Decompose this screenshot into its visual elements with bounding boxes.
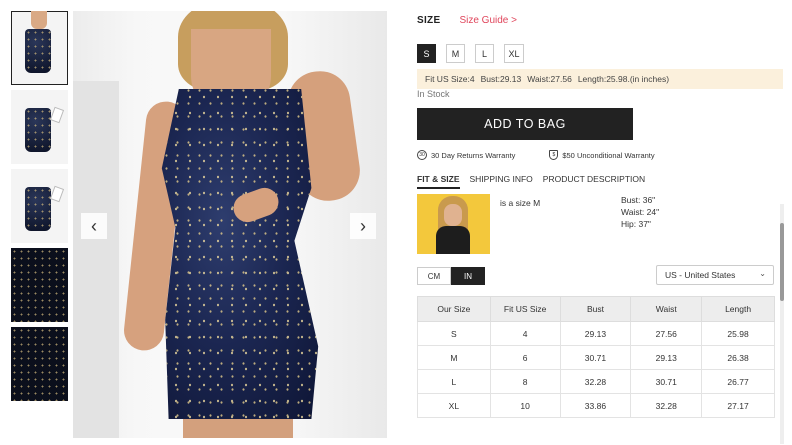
tab-shipping-info[interactable]: SHIPPING INFO <box>470 174 533 189</box>
table-row: L 8 32.28 30.71 26.77 <box>417 369 775 394</box>
table-cell: 4 <box>489 321 561 346</box>
thumb-tag <box>49 106 65 124</box>
thumbnail-2[interactable] <box>11 90 68 164</box>
fit-waist: Waist:27.56 <box>527 74 572 84</box>
add-to-bag-button[interactable]: ADD TO BAG <box>417 108 633 140</box>
tab-product-description[interactable]: PRODUCT DESCRIPTION <box>543 174 645 189</box>
chevron-right-icon: › <box>360 215 366 236</box>
table-cell: 30.71 <box>630 369 703 394</box>
size-option-s[interactable]: S <box>417 44 436 63</box>
product-tabs: FIT & SIZE SHIPPING INFO PRODUCT DESCRIP… <box>417 174 645 189</box>
size-label: SIZE <box>417 14 441 26</box>
size-chart-table: Our Size Fit US Size Bust Waist Length S… <box>417 296 775 418</box>
thumb-tag <box>49 185 65 203</box>
next-image-button[interactable]: › <box>350 213 376 239</box>
thumbnail-4[interactable] <box>11 248 68 322</box>
table-cell: S <box>417 321 491 346</box>
model-size-text: is a size M <box>500 198 541 208</box>
table-cell: 26.38 <box>701 345 775 370</box>
chevron-down-icon: ⌄ <box>759 269 766 278</box>
table-header-row: Our Size Fit US Size Bust Waist Length <box>417 296 775 322</box>
table-row: S 4 29.13 27.56 25.98 <box>417 321 775 346</box>
size-option-l[interactable]: L <box>475 44 494 63</box>
country-select[interactable]: US - United States ⌄ <box>656 265 774 285</box>
table-row: M 6 30.71 29.13 26.38 <box>417 345 775 370</box>
fit-us-size: Fit US Size:4 <box>425 74 475 84</box>
thumb-model-skin <box>31 11 47 29</box>
country-select-value: US - United States <box>665 270 736 280</box>
model-measurements: Bust: 36" Waist: 24" Hip: 37" <box>621 194 659 230</box>
star-pattern <box>161 89 319 419</box>
model-hip: Hip: 37" <box>621 219 651 229</box>
col-length: Length <box>701 296 775 322</box>
unit-cm[interactable]: CM <box>417 267 451 285</box>
size-options: S M L XL <box>417 44 524 63</box>
unit-toggle: CM IN <box>417 267 485 285</box>
size-option-xl[interactable]: XL <box>504 44 524 63</box>
table-cell: 8 <box>489 369 561 394</box>
thumbnail-1[interactable] <box>11 11 68 85</box>
model-waist: Waist: 24" <box>621 207 660 217</box>
thumbnail-3[interactable] <box>11 169 68 243</box>
table-cell: 27.17 <box>701 393 775 418</box>
shield-icon: $ <box>549 150 559 160</box>
thumbnail-5[interactable] <box>11 327 68 401</box>
chevron-left-icon: ‹ <box>91 215 97 236</box>
table-cell: 32.28 <box>559 369 632 394</box>
thumb-fabric <box>11 248 68 322</box>
table-cell: M <box>417 345 491 370</box>
col-waist: Waist <box>630 296 703 322</box>
thumbnail-list <box>11 11 68 406</box>
unconditional-warranty-text[interactable]: $50 Unconditional Warranty <box>562 151 654 160</box>
size-option-m[interactable]: M <box>446 44 465 63</box>
thumb-fabric <box>11 327 68 401</box>
table-cell: 6 <box>489 345 561 370</box>
size-guide-link[interactable]: Size Guide > <box>459 15 517 26</box>
table-cell: 33.86 <box>559 393 632 418</box>
stock-status: In Stock <box>417 89 450 99</box>
scrollbar-thumb[interactable] <box>780 223 784 301</box>
table-cell: 29.13 <box>630 345 703 370</box>
tab-fit-size[interactable]: FIT & SIZE <box>417 174 460 189</box>
col-bust: Bust <box>559 296 632 322</box>
table-cell: 30.71 <box>559 345 632 370</box>
dress <box>161 89 319 419</box>
background-wall <box>73 81 119 438</box>
fit-info-bar: Fit US Size:4 Bust:29.13 Waist:27.56 Len… <box>417 69 783 89</box>
table-cell: 29.13 <box>559 321 632 346</box>
product-panel: SIZE Size Guide > S M L XL Fit US Size:4… <box>417 11 784 444</box>
fit-length: Length:25.98.(in inches) <box>577 74 670 84</box>
fit-bust: Bust:29.13 <box>480 74 522 84</box>
size-header: SIZE Size Guide > <box>417 11 783 29</box>
table-cell: 25.98 <box>701 321 775 346</box>
col-our-size: Our Size <box>417 296 491 322</box>
table-cell: 10 <box>489 393 561 418</box>
main-product-image[interactable] <box>73 11 387 438</box>
table-cell: 26.77 <box>701 369 775 394</box>
prev-image-button[interactable]: ‹ <box>81 213 107 239</box>
table-cell: 32.28 <box>630 393 703 418</box>
table-cell: XL <box>417 393 491 418</box>
model-photo <box>417 194 490 254</box>
warranty-row: 30 30 Day Returns Warranty $ $50 Uncondi… <box>417 150 655 160</box>
model-bust: Bust: 36" <box>621 195 656 205</box>
table-cell: 27.56 <box>630 321 703 346</box>
returns-warranty-text[interactable]: 30 Day Returns Warranty <box>431 151 515 160</box>
thumb-dress <box>25 29 51 73</box>
table-cell: L <box>417 369 491 394</box>
thumb-dress <box>25 187 51 231</box>
col-fit-us-size: Fit US Size <box>489 296 561 322</box>
unit-in[interactable]: IN <box>451 267 485 285</box>
thumb-dress <box>25 108 51 152</box>
returns-icon: 30 <box>417 150 427 160</box>
table-row: XL 10 33.86 32.28 27.17 <box>417 393 775 418</box>
